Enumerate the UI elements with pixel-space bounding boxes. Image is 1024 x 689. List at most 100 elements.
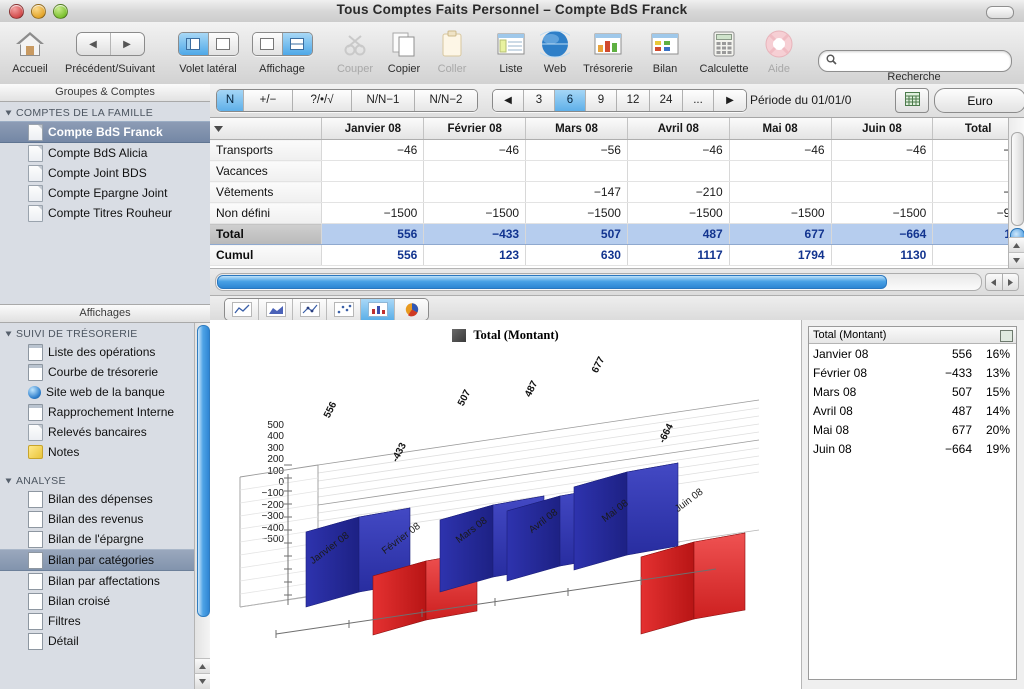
period-prev-button[interactable]: ◀	[493, 90, 523, 111]
sidebar-item-bilan-des-revenus[interactable]: Bilan des revenus	[0, 509, 210, 529]
sidebar-item-bilan-par-categories[interactable]: Bilan par catégories	[0, 549, 210, 571]
sidebar-item-notes[interactable]: Notes	[0, 442, 210, 462]
table-row-cumul[interactable]: Cumul 556 123 630 1117 1794 1130	[210, 244, 1024, 266]
value-panel-row[interactable]: Juin 08 −664 19%	[809, 439, 1016, 458]
disclosure-triangle-icon[interactable]	[5, 331, 12, 337]
toolbar-button-liste[interactable]: Liste	[487, 26, 535, 75]
sidebar-divider-affichages[interactable]: Affichages	[0, 304, 210, 323]
hscroll-arrows[interactable]	[985, 273, 1019, 291]
toolbar-button-volet-lateral[interactable]: Volet latéral	[170, 26, 246, 75]
toolbar-button-coller[interactable]: Coller	[428, 26, 476, 75]
calendar-button[interactable]	[895, 88, 929, 113]
period-button-12[interactable]: 12	[616, 90, 649, 111]
table-horizontal-scrollbar[interactable]	[210, 269, 1024, 296]
table-col-janvier[interactable]: Janvier 08	[321, 118, 425, 140]
period-button-more[interactable]: ...	[682, 90, 713, 111]
sidebar-group-title[interactable]: ANALYSE	[0, 472, 210, 489]
search-field[interactable]	[818, 50, 1012, 72]
sidebar-scroll-track[interactable]	[194, 323, 210, 659]
sidebar-item-compte-epargne-joint[interactable]: Compte Epargne Joint	[0, 183, 210, 203]
toolbar-button-tresorerie[interactable]: Trésorerie	[575, 26, 641, 75]
chart-type-scatter[interactable]	[326, 299, 360, 320]
sidebar-item-bilan-croise[interactable]: Bilan croisé	[0, 591, 210, 611]
hscroll-thumb[interactable]	[217, 275, 887, 289]
toolbar-button-web[interactable]: Web	[535, 26, 575, 75]
chart-type-line[interactable]	[225, 299, 258, 320]
sidebar-scroll-down-arrow[interactable]	[194, 673, 210, 689]
sidebar-item-bilan-de-lepargne[interactable]: Bilan de l'épargne	[0, 529, 210, 549]
value-panel-row[interactable]: Mai 08 677 20%	[809, 420, 1016, 439]
toolbar-button-precedent-suivant[interactable]: ◀ ▶ Précédent/Suivant	[56, 26, 164, 75]
table-row[interactable]: Transports −46 −46 −56 −46 −46 −46 −2	[210, 139, 1024, 161]
toolbar-toggle-button[interactable]	[986, 6, 1014, 19]
sidebar-item-detail[interactable]: Détail	[0, 631, 210, 651]
table-row-total[interactable]: Total 556 −433 507 487 677 −664 11	[210, 223, 1024, 245]
chart-type-segmented-control[interactable]	[224, 298, 429, 321]
table-icon[interactable]	[1000, 330, 1013, 342]
table-col-juin[interactable]: Juin 08	[831, 118, 934, 140]
period-button-3[interactable]: 3	[523, 90, 554, 111]
sidebar-item-rapprochement-interne[interactable]: Rapprochement Interne	[0, 402, 210, 422]
table-col-fevrier[interactable]: Février 08	[423, 118, 527, 140]
mode-button-check[interactable]: ?/•/√	[292, 90, 351, 111]
sidebar-item-site-web-de-la-banque[interactable]: Site web de la banque	[0, 382, 210, 402]
mode-button-plusminus[interactable]: +/−	[243, 90, 292, 111]
back-arrow-icon[interactable]: ◀	[76, 33, 110, 55]
mode-button-n-n2[interactable]: N/N−2	[414, 90, 477, 111]
sidebar-item-liste-des-operations[interactable]: Liste des opérations	[0, 342, 210, 362]
sidebar-item-bilan-des-depenses[interactable]: Bilan des dépenses	[0, 489, 210, 509]
period-next-button[interactable]: ▶	[713, 90, 746, 111]
value-panel-row[interactable]: Février 08 −433 13%	[809, 363, 1016, 382]
table-col-mai[interactable]: Mai 08	[729, 118, 832, 140]
sidebar-item-releves-bancaires[interactable]: Relevés bancaires	[0, 422, 210, 442]
search-input[interactable]	[841, 54, 995, 68]
sidebar-item-bilan-par-affectations[interactable]: Bilan par affectations	[0, 571, 210, 591]
sidebar-scroll-thumb[interactable]	[197, 325, 210, 617]
sidebar-item-compte-joint-bds[interactable]: Compte Joint BDS	[0, 163, 210, 183]
table-row[interactable]: Vêtements −147 −210 −3	[210, 181, 1024, 203]
sidebar-item-compte-bds-franck[interactable]: Compte BdS Franck	[0, 121, 210, 143]
mode-button-n[interactable]: N	[217, 90, 243, 111]
toolbar-button-affichage[interactable]: Affichage	[248, 26, 316, 75]
sidebar-scrollbar[interactable]	[194, 323, 210, 689]
table-col-mars[interactable]: Mars 08	[525, 118, 628, 140]
sidebar-item-compte-bds-alicia[interactable]: Compte BdS Alicia	[0, 143, 210, 163]
table-scroll-track[interactable]	[1011, 132, 1024, 226]
hscroll-left-arrow[interactable]	[985, 273, 1003, 291]
forward-arrow-icon[interactable]: ▶	[109, 33, 144, 55]
chart-type-pie[interactable]	[394, 299, 428, 320]
value-panel-row[interactable]: Avril 08 487 14%	[809, 401, 1016, 420]
chart-type-area[interactable]	[258, 299, 292, 320]
table-row[interactable]: Vacances	[210, 160, 1024, 182]
table-col-avril[interactable]: Avril 08	[627, 118, 730, 140]
disclosure-triangle-icon[interactable]	[5, 478, 12, 484]
chart-type-line-marker[interactable]	[292, 299, 326, 320]
mode-segmented-control[interactable]: N +/− ?/•/√ N/N−1 N/N−2	[216, 89, 478, 112]
table-scroll-up-arrow[interactable]	[1009, 237, 1024, 253]
period-button-24[interactable]: 24	[649, 90, 682, 111]
sidebar-item-courbe-de-tresorerie[interactable]: Courbe de trésorerie	[0, 362, 210, 382]
toolbar-button-accueil[interactable]: Accueil	[4, 26, 56, 75]
currency-button[interactable]: Euro	[934, 88, 1024, 113]
sidebar-item-compte-titres-rouheur[interactable]: Compte Titres Rouheur	[0, 203, 210, 223]
sidebar-item-filtres[interactable]: Filtres	[0, 611, 210, 631]
toolbar-button-aide[interactable]: Aide	[759, 26, 799, 75]
toolbar-button-couper[interactable]: Couper	[330, 26, 380, 75]
table-row[interactable]: Non défini −1500 −1500 −1500 −1500 −1500…	[210, 202, 1024, 224]
value-panel-row[interactable]: Janvier 08 556 16%	[809, 344, 1016, 363]
sidebar-scroll-up-arrow[interactable]	[194, 658, 210, 674]
table-vertical-scrollbar[interactable]	[1008, 118, 1024, 268]
hscroll-track[interactable]	[215, 273, 982, 291]
period-button-6[interactable]: 6	[554, 90, 585, 111]
period-button-9[interactable]: 9	[585, 90, 616, 111]
sidebar-group-title[interactable]: COMPTES DE LA FAMILLE	[0, 104, 210, 121]
period-segmented-control[interactable]: ◀ 3 6 9 12 24 ... ▶	[492, 89, 747, 112]
value-panel-row[interactable]: Mars 08 507 15%	[809, 382, 1016, 401]
mode-button-n-n1[interactable]: N/N−1	[351, 90, 414, 111]
table-sort-header[interactable]	[210, 118, 323, 140]
disclosure-triangle-icon[interactable]	[5, 110, 12, 116]
toolbar-button-copier[interactable]: Copier	[380, 26, 428, 75]
sidebar-group-title[interactable]: SUIVI DE TRÉSORERIE	[0, 325, 210, 342]
hscroll-right-arrow[interactable]	[1002, 273, 1019, 291]
toolbar-button-bilan[interactable]: Bilan	[641, 26, 689, 75]
